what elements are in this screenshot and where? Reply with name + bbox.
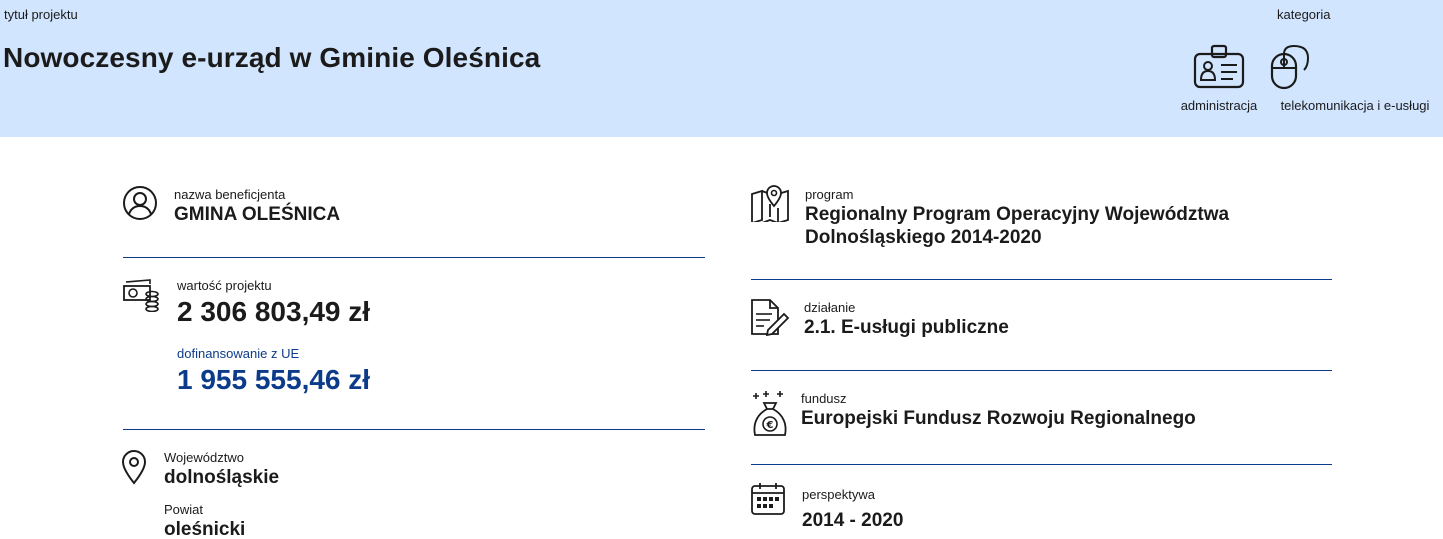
voivodeship-value: dolnośląskie xyxy=(164,467,280,488)
category-label-administration: administracja xyxy=(1180,98,1258,113)
voivodeship-label: Województwo xyxy=(164,450,244,465)
project-value: 2 306 803,49 zł xyxy=(177,296,371,327)
beneficiary-label: nazwa beneficjenta xyxy=(174,187,286,202)
location-pin-icon xyxy=(121,450,147,485)
user-circle-icon xyxy=(123,186,157,220)
program-field: program Regionalny Program Operacyjny Wo… xyxy=(805,187,1229,249)
location-field: Województwo dolnośląskie Powiat oleśnick… xyxy=(164,450,279,539)
action-label: działanie xyxy=(804,300,856,315)
fund-label: fundusz xyxy=(801,391,847,406)
fund-value: Europejski Fundusz Rozwoju Regionalnego xyxy=(801,408,1196,429)
program-value-line2: Dolnośląskiego 2014-2020 xyxy=(805,227,1042,248)
period-value: 2014 - 2020 xyxy=(802,510,904,531)
period-field: perspektywa 2014 - 2020 xyxy=(802,487,903,532)
divider xyxy=(751,370,1332,371)
program-label: program xyxy=(805,187,854,202)
document-pen-icon xyxy=(751,299,790,336)
beneficiary-value: GMINA OLEŚNICA xyxy=(174,204,341,225)
county-value: oleśnicki xyxy=(164,519,246,539)
category-telecom[interactable]: telekomunikacja i e-usługi xyxy=(1270,44,1440,113)
fund-field: fundusz Europejski Fundusz Rozwoju Regio… xyxy=(801,391,1196,430)
title-label: tytuł projektu xyxy=(4,7,78,22)
project-header: tytuł projektu Nowoczesny e-urząd w Gmin… xyxy=(0,0,1443,137)
divider xyxy=(751,464,1332,465)
program-value-line1: Regionalny Program Operacyjny Województw… xyxy=(805,204,1230,225)
beneficiary-field: nazwa beneficjenta GMINA OLEŚNICA xyxy=(174,187,340,226)
project-value-label: wartość projektu xyxy=(177,278,272,293)
category-administration[interactable]: administracja xyxy=(1174,44,1264,113)
euro-bag-icon: € xyxy=(753,391,787,436)
money-coins-icon xyxy=(123,279,159,312)
computer-mouse-icon xyxy=(1270,44,1310,90)
divider xyxy=(123,257,705,258)
project-value-field: wartość projektu 2 306 803,49 zł dofinan… xyxy=(177,278,370,396)
category-label-telecom: telekomunikacja i e-usługi xyxy=(1280,98,1430,113)
svg-text:€: € xyxy=(766,420,774,431)
divider xyxy=(123,429,705,430)
county-label: Powiat xyxy=(164,502,204,517)
cofinancing-value: 1 955 555,46 zł xyxy=(177,364,371,395)
category-label: kategoria xyxy=(1277,7,1331,22)
action-field: działanie 2.1. E-usługi publiczne xyxy=(804,300,1009,339)
period-label: perspektywa xyxy=(802,487,875,502)
page-title: Nowoczesny e-urząd w Gminie Oleśnica xyxy=(3,42,541,73)
id-card-icon xyxy=(1193,44,1245,89)
cofinancing-label: dofinansowanie z UE xyxy=(177,346,300,361)
map-pin-icon xyxy=(751,185,789,222)
action-value: 2.1. E-usługi publiczne xyxy=(804,317,1009,338)
divider xyxy=(751,279,1332,280)
calendar-icon xyxy=(751,483,785,515)
